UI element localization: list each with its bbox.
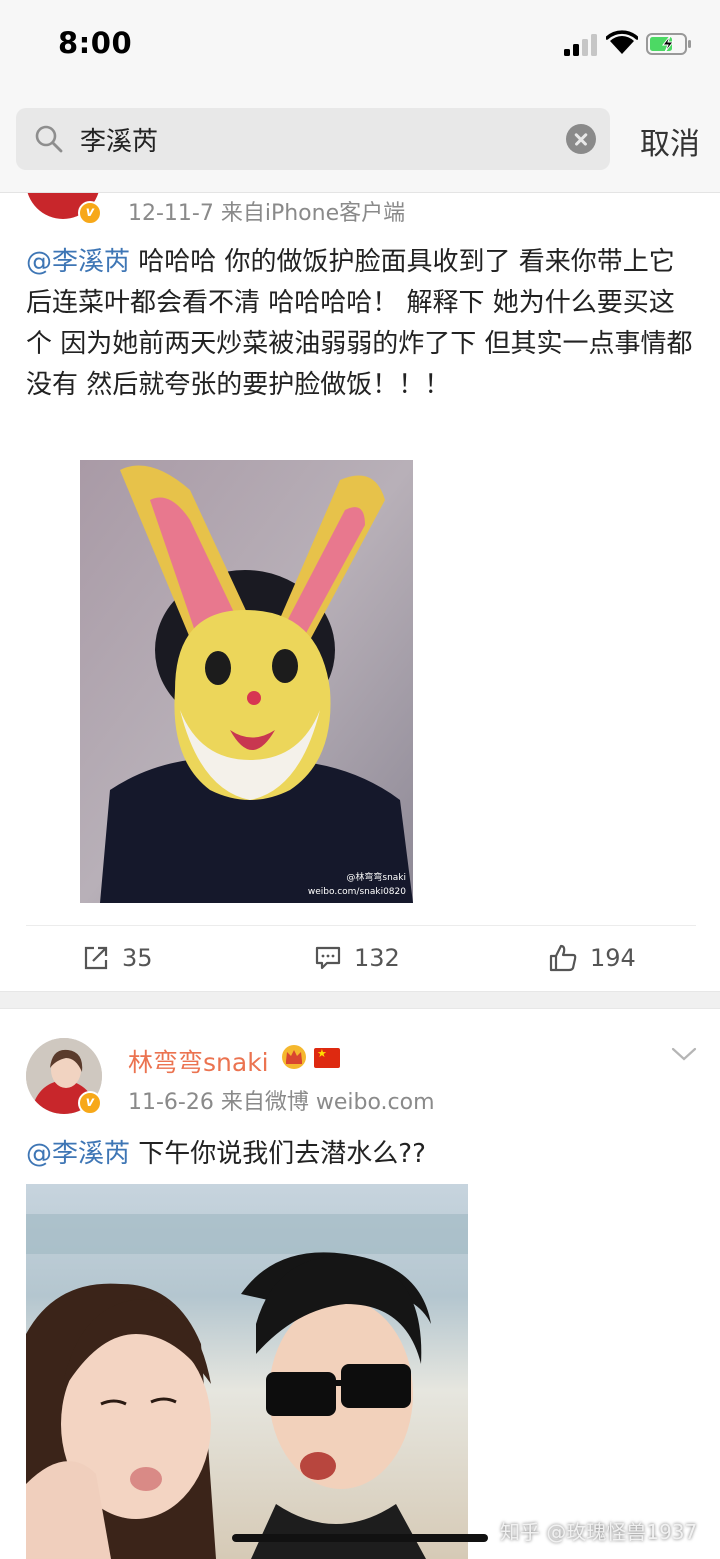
china-flag-icon [314,1047,340,1068]
like-count: 194 [590,944,636,972]
search-bar[interactable]: 李溪芮 [16,108,610,170]
top-bar: 8:00 李溪芮 取消 [0,0,720,193]
watermark-line1: @林弯弯snaki [346,871,406,883]
source-credit: 知乎 @玫瑰怪兽1937 [500,1520,698,1544]
cancel-button[interactable]: 取消 [640,119,700,163]
feed-divider [0,991,720,1009]
post-text: @李溪芮 下午你说我们去潜水么?? [26,1134,698,1175]
bunny-mask-photo: @林弯弯snaki weibo.com/snaki0820 [80,460,413,903]
comment-button[interactable]: 132 [314,942,400,974]
cellular-signal-icon [564,32,598,56]
mention-link[interactable]: @李溪芮 [26,247,130,277]
repost-icon [84,946,108,970]
mention-link[interactable]: @李溪芮 [26,1139,130,1169]
post-meta: 12-11-7 来自iPhone客户端 [128,201,406,226]
search-input[interactable]: 李溪芮 [80,121,158,158]
post-text: @李溪芮 哈哈哈 你的做饭护脸面具收到了 看来你带上它后连菜叶都会看不清 哈哈哈… [26,242,698,406]
chevron-down-icon[interactable] [670,1044,698,1064]
home-indicator[interactable] [232,1534,488,1542]
beach-selfie-photo [26,1184,468,1559]
battery-icon [646,33,691,55]
crown-icon [282,1045,306,1069]
search-icon [35,125,63,153]
like-button[interactable]: 194 [548,942,636,974]
verified-badge-icon: v [78,1091,102,1115]
status-time: 8:00 [58,26,133,60]
repost-count: 35 [122,944,153,972]
post-body: 下午你说我们去潜水么?? [130,1139,426,1169]
clear-search-icon[interactable] [566,124,596,154]
post1-header: v 12-11-7 来自iPhone客户端 [0,193,720,233]
post-image[interactable]: @林弯弯snaki weibo.com/snaki0820 [80,460,413,903]
verified-badge-icon: v [78,201,102,225]
post-image[interactable] [26,1184,468,1559]
watermark-line2: weibo.com/snaki0820 [308,887,406,897]
username[interactable]: 林弯弯snaki [128,1043,269,1079]
comment-count: 132 [354,944,400,972]
comment-icon [315,946,341,970]
post-meta: 11-6-26 来自微博 weibo.com [128,1090,435,1115]
wifi-icon [606,30,638,54]
post-action-bar: 35 132 194 [26,925,696,991]
repost-button[interactable]: 35 [82,942,153,974]
thumbs-up-icon [549,944,577,972]
